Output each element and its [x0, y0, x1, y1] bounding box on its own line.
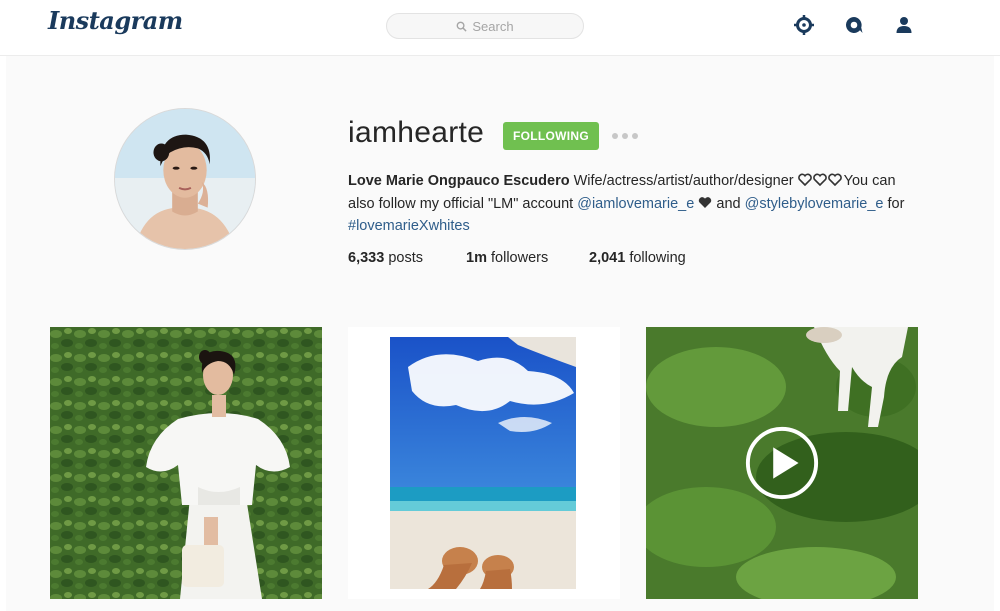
following-count[interactable]: 2,041 following	[589, 250, 686, 266]
profile-bio: Love Marie Ongpauco Escudero Wife/actres…	[348, 170, 908, 238]
bio-mention-link[interactable]: @stylebylovemarie_e	[745, 196, 884, 212]
profile-icon[interactable]	[892, 13, 916, 37]
compass-icon[interactable]	[792, 13, 816, 37]
bio-mention-link[interactable]: @iamlovemarie_e	[577, 196, 694, 212]
following-number: 2,041	[589, 250, 626, 266]
post-thumbnail[interactable]	[348, 327, 620, 599]
left-frame-border	[0, 56, 6, 611]
following-button[interactable]: FOLLOWING	[503, 122, 599, 150]
activity-icon[interactable]	[842, 13, 866, 37]
top-navigation-bar: Instagram Search	[0, 0, 1000, 56]
play-icon[interactable]	[743, 424, 821, 502]
dot	[612, 133, 618, 139]
profile-username: iamhearte	[348, 116, 485, 149]
bio-hashtag-link[interactable]: #lovemarieXwhites	[348, 218, 470, 234]
following-label: following	[629, 250, 686, 266]
posts-count: 6,333 posts	[348, 250, 466, 266]
profile-full-name: Love Marie Ongpauco Escudero	[348, 173, 570, 189]
bio-text: and	[716, 195, 741, 212]
search-box[interactable]: Search	[386, 13, 584, 39]
followers-label: followers	[491, 250, 549, 266]
bio-text: for	[887, 195, 905, 212]
posts-label: posts	[388, 250, 423, 266]
followers-number: 1m	[466, 250, 487, 266]
dot	[632, 133, 638, 139]
right-frame-border	[994, 56, 1000, 611]
search-icon	[456, 21, 467, 32]
bio-text: Wife/actress/artist/author/designer	[573, 173, 794, 189]
post-video-thumbnail[interactable]	[646, 327, 918, 599]
dot	[622, 133, 628, 139]
black-heart-icon	[699, 196, 712, 208]
post-image	[348, 327, 620, 599]
profile-stats: 6,333 posts 1m followers 2,041 following	[348, 250, 686, 266]
posts-number: 6,333	[348, 250, 385, 266]
more-options-icon[interactable]	[612, 126, 638, 146]
profile-avatar[interactable]	[114, 108, 256, 250]
post-thumbnail[interactable]	[50, 327, 322, 599]
followers-count[interactable]: 1m followers	[466, 250, 589, 266]
search-placeholder: Search	[472, 18, 514, 34]
instagram-logo[interactable]: Instagram	[48, 6, 183, 35]
post-image	[50, 327, 322, 599]
hearts-icon	[797, 173, 842, 187]
